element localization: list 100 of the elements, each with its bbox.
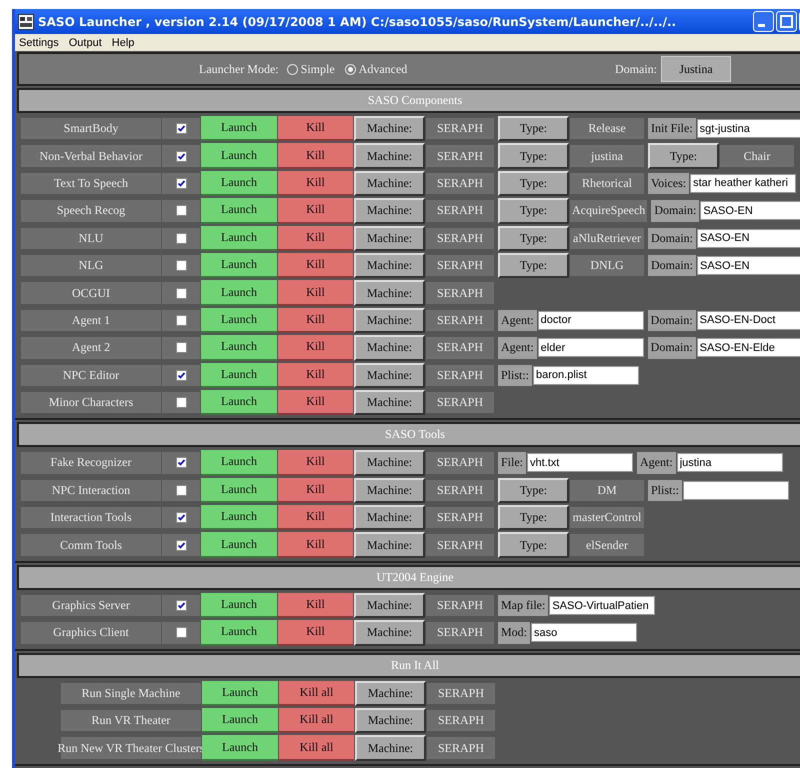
kill-button[interactable]: Kill all [279,680,354,706]
machine-button[interactable]: Machine: [354,143,425,169]
type-button[interactable]: Type: [498,198,569,224]
machine-button[interactable]: Machine: [354,198,425,224]
checkbox[interactable] [176,397,186,408]
checkbox[interactable] [176,288,186,299]
launch-button[interactable]: Launch [201,308,277,334]
kill-button[interactable]: Kill [278,505,353,530]
kill-button[interactable]: Kill [278,116,353,142]
launch-button[interactable]: Launch [201,390,277,416]
kill-button[interactable]: Kill [278,592,353,618]
checkbox[interactable] [176,260,186,272]
type-button[interactable]: Type: [498,252,569,278]
type-button[interactable]: Type: [498,532,569,558]
machine-button[interactable]: Machine: [354,620,425,646]
launch-button[interactable]: Launch [201,116,277,142]
input-field[interactable] [683,480,790,500]
minimize-icon[interactable] [753,11,774,32]
kill-button[interactable]: Kill [278,620,353,646]
checkbox[interactable] [176,205,186,216]
input-field[interactable]: elder [538,338,644,358]
launch-button[interactable]: Launch [202,680,278,706]
type-button[interactable]: Type: [498,226,569,251]
launch-button[interactable]: Launch [201,450,277,476]
launch-button[interactable]: Launch [201,143,277,169]
kill-button[interactable]: Kill [278,170,353,196]
launch-button[interactable]: Launch [201,198,277,224]
input-field[interactable]: SASO-EN [697,256,800,276]
input-field[interactable]: sgt-justina [696,119,800,138]
machine-button[interactable]: Machine: [354,592,425,618]
machine-button[interactable]: Machine: [354,280,425,306]
launch-button[interactable]: Launch [201,620,277,646]
launch-button[interactable]: Launch [201,532,277,558]
type-button[interactable]: Type: [498,143,569,169]
input-field[interactable]: baron.plist [533,366,640,385]
mode-radio[interactable]: Advanced [344,62,408,76]
launch-button[interactable]: Launch [201,170,277,196]
input-field[interactable]: justina [676,453,783,472]
machine-button[interactable]: Machine: [354,390,425,416]
machine-button[interactable]: Machine: [355,680,426,706]
kill-button[interactable]: Kill [278,308,353,334]
input-field[interactable]: SASO-EN [700,201,800,220]
checkbox[interactable] [176,370,186,381]
checkbox[interactable] [176,484,186,496]
machine-button[interactable]: Machine: [354,478,425,504]
launch-button[interactable]: Launch [201,362,277,388]
launch-button[interactable]: Launch [202,735,278,761]
checkbox[interactable] [176,314,186,326]
machine-button[interactable]: Machine: [354,505,425,530]
menu-item[interactable]: Output [68,36,102,48]
kill-button[interactable]: Kill all [279,708,354,734]
kill-button[interactable]: Kill [278,252,353,278]
type-button[interactable]: Type: [498,478,569,504]
input-field[interactable]: SASO-EN-Doct [696,310,800,330]
type-button[interactable]: Type: [498,505,569,530]
menu-item[interactable]: Settings [19,36,59,48]
machine-button[interactable]: Machine: [354,170,425,196]
launch-button[interactable]: Launch [201,226,277,251]
kill-button[interactable]: Kill [278,450,353,476]
launch-button[interactable]: Launch [201,252,277,278]
input-field[interactable]: saso [531,623,638,642]
launch-button[interactable]: Launch [202,708,278,734]
machine-button[interactable]: Machine: [354,335,425,361]
input-field[interactable]: SASO-EN [697,228,800,248]
menu-item[interactable]: Help [112,36,134,48]
launch-button[interactable]: Launch [201,505,277,530]
launch-button[interactable]: Launch [201,592,277,618]
launch-button[interactable]: Launch [201,280,277,306]
checkbox[interactable] [176,232,186,244]
kill-button[interactable]: Kill [278,390,353,416]
input-field[interactable]: SASO-EN-Elde [696,338,800,358]
type-button[interactable]: Type: [648,143,719,169]
kill-button[interactable]: Kill [278,280,353,306]
checkbox[interactable] [176,123,186,134]
kill-button[interactable]: Kill all [279,735,354,761]
machine-button[interactable]: Machine: [354,362,425,388]
type-button[interactable]: Type: [498,116,569,142]
machine-button[interactable]: Machine: [355,708,426,734]
mode-radio[interactable]: Simple [286,62,335,76]
launch-button[interactable]: Launch [201,478,277,504]
type-button[interactable]: Type: [498,170,569,196]
checkbox[interactable] [176,150,186,162]
kill-button[interactable]: Kill [278,198,353,224]
launch-button[interactable]: Launch [201,335,277,361]
kill-button[interactable]: Kill [278,362,353,388]
maximize-icon[interactable] [776,11,797,32]
checkbox[interactable] [176,457,186,468]
machine-button[interactable]: Machine: [354,308,425,334]
checkbox[interactable] [176,342,186,354]
kill-button[interactable]: Kill [278,335,353,361]
kill-button[interactable]: Kill [278,226,353,251]
machine-button[interactable]: Machine: [355,735,426,761]
checkbox[interactable] [176,627,186,638]
machine-button[interactable]: Machine: [354,532,425,558]
machine-button[interactable]: Machine: [354,252,425,278]
input-field[interactable]: doctor [538,310,644,330]
checkbox[interactable] [176,512,186,524]
input-field[interactable]: vht.txt [527,453,634,472]
checkbox[interactable] [176,540,186,551]
kill-button[interactable]: Kill [278,143,353,169]
